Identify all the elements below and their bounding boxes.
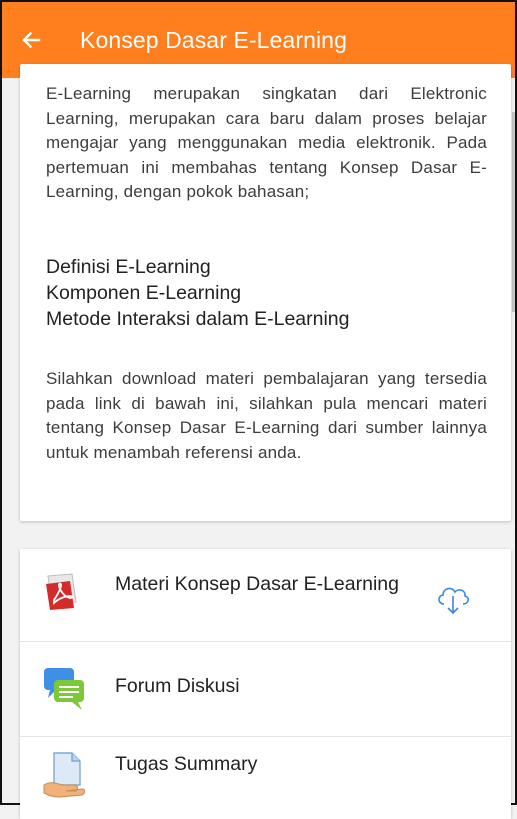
assignment-hand-icon	[42, 751, 88, 804]
activity-item-tugas[interactable]: Tugas Summary	[20, 737, 511, 819]
cloud-download-icon[interactable]	[435, 582, 471, 621]
arrow-left-icon	[22, 31, 41, 49]
back-button[interactable]	[20, 29, 42, 51]
topic-item: Komponen E-Learning	[46, 282, 242, 304]
description-outro: Silahkan download materi pembalajaran ya…	[46, 369, 487, 462]
activity-label: Forum Diskusi	[115, 675, 240, 697]
page-title: Konsep Dasar E-Learning	[80, 26, 347, 53]
description-intro: E-Learning merupakan singkatan dari Elek…	[46, 84, 487, 201]
activities-card: Materi Konsep Dasar E-Learning Forum Dis…	[20, 549, 511, 819]
forum-chat-icon	[42, 666, 88, 717]
topic-list: Definisi E-Learning Komponen E-Learning …	[46, 254, 350, 332]
activity-item-forum[interactable]: Forum Diskusi	[20, 642, 511, 737]
activity-item-materi[interactable]: Materi Konsep Dasar E-Learning	[20, 549, 511, 642]
topic-item: Definisi E-Learning	[46, 256, 211, 278]
pdf-file-icon	[42, 570, 84, 617]
topic-item: Metode Interaksi dalam E-Learning	[46, 308, 350, 330]
activity-label: Tugas Summary	[115, 753, 258, 775]
activity-label: Materi Konsep Dasar E-Learning	[115, 573, 399, 595]
course-description-card: E-Learning merupakan singkatan dari Elek…	[20, 64, 511, 521]
scrollbar[interactable]	[512, 112, 515, 312]
